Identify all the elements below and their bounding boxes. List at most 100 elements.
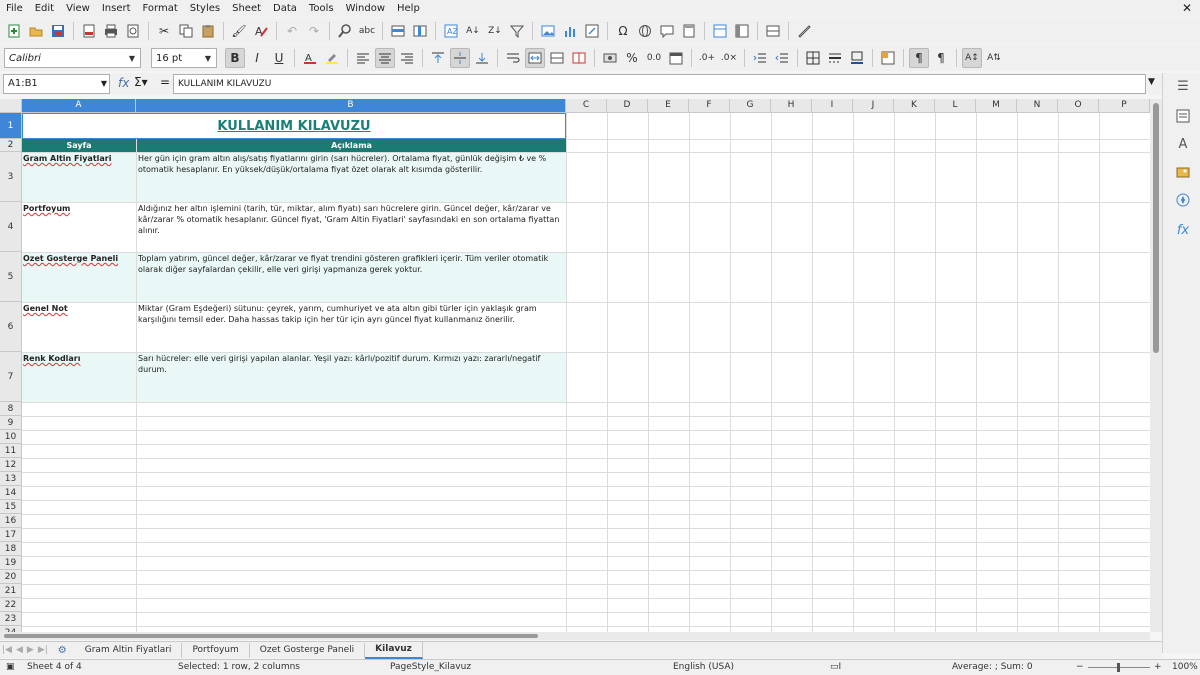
column-header-d[interactable]: D [607, 99, 648, 113]
cell-b4[interactable]: Aldığınız her altın işlemini (tarih, tür… [137, 202, 565, 252]
cell-a4[interactable]: Portfoyum [22, 202, 136, 252]
cut-icon[interactable]: ✂ [154, 21, 174, 41]
merge-cells-icon[interactable] [547, 48, 567, 68]
insert-chart-icon[interactable] [560, 21, 580, 41]
font-name-combo[interactable]: Calibri ▼ [4, 48, 141, 68]
chevron-down-icon[interactable]: ▼ [124, 49, 140, 67]
selection-mode-icon[interactable]: ▭I [830, 662, 841, 672]
copy-icon[interactable] [176, 21, 196, 41]
increase-indent-icon[interactable] [750, 48, 770, 68]
spreadsheet-grid[interactable]: A B C D E F G H I J K L M N O P 1 2 3 4 … [0, 99, 1162, 632]
select-all-corner[interactable] [0, 99, 22, 113]
row-header-6[interactable]: 6 [0, 302, 22, 352]
tab-gram-altin-fiyatlari[interactable]: Gram Altin Fiyatlari [75, 642, 183, 658]
clone-formatting-icon[interactable]: 🖌 [229, 21, 249, 41]
column-header-a[interactable]: A [22, 99, 136, 113]
header-cell-sayfa[interactable]: Sayfa [22, 139, 136, 152]
language-status[interactable]: English (USA) [673, 662, 734, 672]
formula-icon[interactable]: = [160, 75, 170, 89]
font-color-icon[interactable]: A [300, 48, 320, 68]
document-modified-icon[interactable]: ▣ [6, 662, 15, 672]
new-document-icon[interactable] [4, 21, 24, 41]
menu-file[interactable]: File [0, 0, 29, 17]
save-icon[interactable] [48, 21, 68, 41]
column-header-l[interactable]: L [935, 99, 976, 113]
find-replace-icon[interactable] [335, 21, 355, 41]
add-decimal-icon[interactable]: .0+ [697, 48, 717, 68]
merge-center-icon[interactable] [525, 48, 545, 68]
navigator-icon[interactable] [1175, 193, 1191, 209]
cell-a5[interactable]: Ozet Gosterge Paneli [22, 252, 136, 302]
split-window-icon[interactable] [763, 21, 783, 41]
show-draw-functions-icon[interactable] [794, 21, 814, 41]
menu-tools[interactable]: Tools [303, 0, 340, 17]
export-pdf-icon[interactable] [79, 21, 99, 41]
cell-b3[interactable]: Her gün için gram altın alış/satış fiyat… [137, 152, 565, 202]
menu-sheet[interactable]: Sheet [226, 0, 267, 17]
row-header-19[interactable]: 19 [0, 556, 22, 570]
sum-status[interactable]: Average: ; Sum: 0 [952, 662, 1033, 672]
row-header-3[interactable]: 3 [0, 152, 22, 202]
column-header-n[interactable]: N [1017, 99, 1058, 113]
bold-icon[interactable]: B [225, 48, 245, 68]
horizontal-scrollbar[interactable] [0, 632, 1150, 640]
vertical-scrollbar[interactable] [1150, 99, 1162, 632]
row-header-10[interactable]: 10 [0, 430, 22, 444]
column-icon[interactable] [410, 21, 430, 41]
row-header-21[interactable]: 21 [0, 584, 22, 598]
header-cell-aciklama[interactable]: Açıklama [137, 139, 566, 152]
row-header-2[interactable]: 2 [0, 139, 22, 152]
cell-a3[interactable]: Gram Altin Fiyatlari [22, 152, 136, 202]
menu-window[interactable]: Window [340, 0, 391, 17]
tab-kilavuz[interactable]: Kilavuz [365, 641, 423, 659]
row-header-8[interactable]: 8 [0, 402, 22, 416]
text-direction-icon[interactable]: A⇅ [984, 48, 1004, 68]
zoom-out-icon[interactable]: − [1076, 662, 1084, 672]
column-header-k[interactable]: K [894, 99, 935, 113]
gallery-icon[interactable] [1175, 165, 1191, 181]
conditional-format-icon[interactable] [878, 48, 898, 68]
column-header-g[interactable]: G [730, 99, 771, 113]
formula-input[interactable]: KULLANIM KILAVUZU [173, 74, 1146, 94]
menu-insert[interactable]: Insert [96, 0, 137, 17]
column-header-j[interactable]: J [853, 99, 894, 113]
define-print-area-icon[interactable] [710, 21, 730, 41]
first-sheet-icon[interactable]: |◀ [0, 645, 14, 655]
row-header-7[interactable]: 7 [0, 352, 22, 402]
row-header-5[interactable]: 5 [0, 252, 22, 302]
chevron-down-icon[interactable]: ▼ [101, 75, 107, 93]
column-header-o[interactable]: O [1058, 99, 1099, 113]
zoom-in-icon[interactable]: + [1154, 662, 1162, 672]
comment-icon[interactable] [657, 21, 677, 41]
menu-styles[interactable]: Styles [184, 0, 226, 17]
autofilter-icon[interactable] [507, 21, 527, 41]
border-color-icon[interactable] [847, 48, 867, 68]
date-format-icon[interactable] [666, 48, 686, 68]
align-bottom-icon[interactable] [472, 48, 492, 68]
menu-data[interactable]: Data [267, 0, 303, 17]
menu-help[interactable]: Help [391, 0, 426, 17]
row-header-15[interactable]: 15 [0, 500, 22, 514]
delete-decimal-icon[interactable]: .0× [719, 48, 739, 68]
column-header-h[interactable]: H [771, 99, 812, 113]
close-icon[interactable]: ✕ [1182, 0, 1192, 17]
row-header-1[interactable]: 1 [0, 113, 22, 139]
header-footer-icon[interactable] [679, 21, 699, 41]
row-header-13[interactable]: 13 [0, 472, 22, 486]
hamburger-menu-icon[interactable]: ☰ [1175, 79, 1191, 95]
function-wizard-icon[interactable]: fx [118, 76, 129, 90]
row-header-4[interactable]: 4 [0, 202, 22, 252]
align-right-icon[interactable] [397, 48, 417, 68]
cell-b7[interactable]: Sarı hücreler: elle veri girişi yapılan … [137, 352, 565, 402]
percent-format-icon[interactable]: % [622, 48, 642, 68]
clear-formatting-icon[interactable]: A [251, 21, 271, 41]
row-header-12[interactable]: 12 [0, 458, 22, 472]
add-sheet-icon[interactable]: ⚙ [50, 645, 75, 656]
row-icon[interactable] [388, 21, 408, 41]
decrease-indent-icon[interactable] [772, 48, 792, 68]
center-vertically-icon[interactable] [450, 48, 470, 68]
cell-a7[interactable]: Renk Kodları [22, 352, 136, 402]
italic-icon[interactable]: I [247, 48, 267, 68]
print-icon[interactable] [101, 21, 121, 41]
paste-icon[interactable] [198, 21, 218, 41]
